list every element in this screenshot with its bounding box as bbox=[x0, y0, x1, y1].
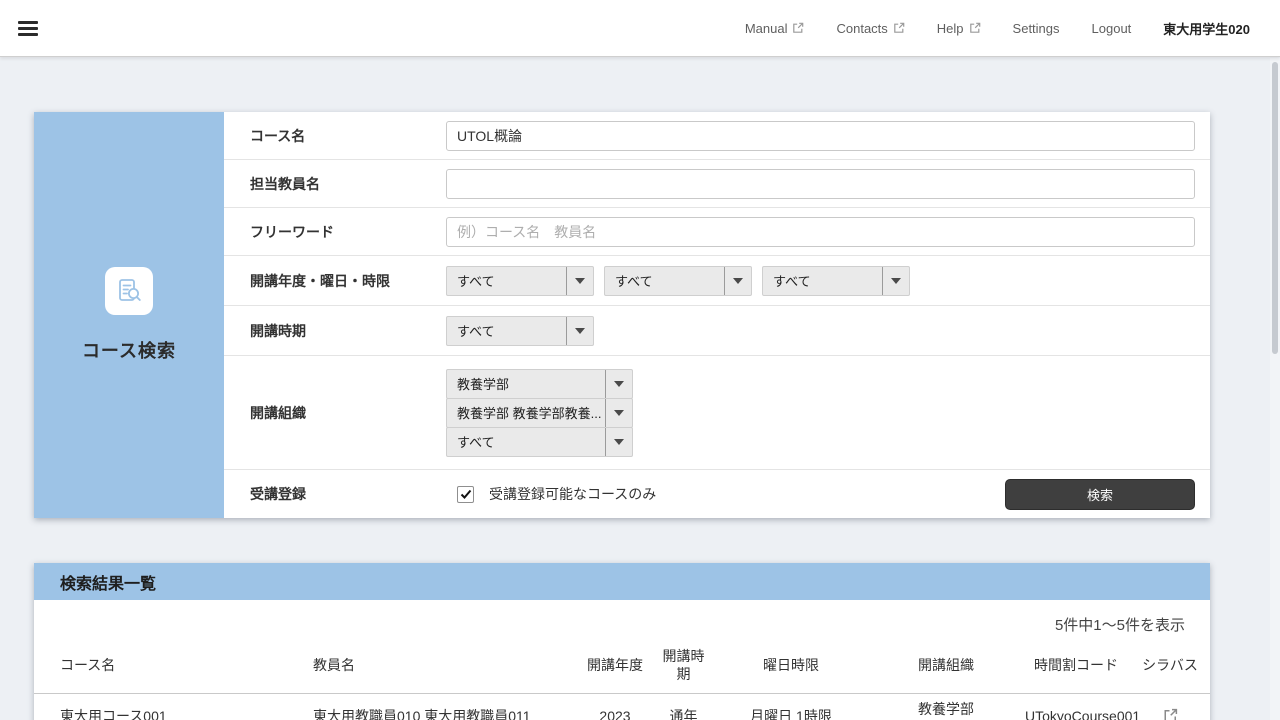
logged-in-username: 東大用学生020 bbox=[1163, 19, 1250, 38]
free-word-label: フリーワード bbox=[224, 222, 446, 242]
nav-contacts-label: Contacts bbox=[836, 21, 887, 36]
nav-help-link[interactable]: Help bbox=[937, 21, 981, 36]
search-results-panel: 検索結果一覧 5件中1〜5件を表示 コース名 教員名 開講年度 開講時期 曜日時… bbox=[34, 563, 1210, 720]
day-select[interactable]: すべて bbox=[604, 266, 752, 296]
course-name-input[interactable] bbox=[446, 121, 1195, 151]
table-row: 東大用コース001 東大用教職員010 東大用教職員011 2023 通年 月曜… bbox=[34, 694, 1210, 720]
nav-help-label: Help bbox=[937, 21, 964, 36]
registration-checkbox-label: 受講登録可能なコースのみ bbox=[489, 484, 656, 504]
nav-contacts-link[interactable]: Contacts bbox=[836, 21, 904, 36]
chevron-down-icon bbox=[605, 428, 632, 456]
external-link-icon bbox=[969, 22, 981, 34]
cell-course-name[interactable]: 東大用コース001 bbox=[34, 694, 310, 720]
cell-day-period: 月曜日 1時限 bbox=[712, 694, 870, 720]
term-label: 開講時期 bbox=[224, 321, 446, 341]
instructor-name-label: 担当教員名 bbox=[224, 174, 446, 194]
instructor-name-input[interactable] bbox=[446, 169, 1195, 199]
chevron-down-icon bbox=[882, 267, 909, 295]
nav-logout-link[interactable]: Logout bbox=[1092, 21, 1132, 36]
organization-select-3-value: すべて bbox=[447, 432, 605, 451]
course-name-label: コース名 bbox=[224, 126, 446, 146]
nav-manual-label: Manual bbox=[745, 21, 788, 36]
organization-select-2-value: 教養学部 教養学部教養... bbox=[447, 403, 605, 422]
organization-select-3[interactable]: すべて bbox=[446, 427, 633, 457]
registration-checkbox[interactable] bbox=[457, 486, 474, 503]
column-organization: 開講組織 bbox=[870, 643, 1022, 694]
column-day-period: 曜日時限 bbox=[712, 643, 870, 694]
period-select[interactable]: すべて bbox=[762, 266, 910, 296]
top-navigation: Manual Contacts Help Settings Logout 東大用… bbox=[745, 19, 1280, 38]
chevron-down-icon bbox=[724, 267, 751, 295]
results-table: コース名 教員名 開講年度 開講時期 曜日時限 開講組織 時間割コード シラバス… bbox=[34, 643, 1210, 720]
year-select-value: すべて bbox=[447, 271, 566, 290]
nav-settings-label: Settings bbox=[1013, 21, 1060, 36]
column-year: 開講年度 bbox=[575, 643, 655, 694]
day-select-value: すべて bbox=[605, 271, 724, 290]
column-term: 開講時期 bbox=[655, 643, 712, 694]
column-syllabus: シラバス bbox=[1130, 643, 1210, 694]
search-results-title: 検索結果一覧 bbox=[60, 570, 156, 594]
chevron-down-icon bbox=[605, 370, 632, 398]
column-instructors: 教員名 bbox=[310, 643, 575, 694]
checkmark-icon bbox=[460, 488, 472, 500]
cell-timetable-code: UTokyoCourse001 bbox=[1022, 694, 1130, 720]
search-results-body: 5件中1〜5件を表示 コース名 教員名 開講年度 開講時期 曜日時限 開講組織 … bbox=[34, 600, 1210, 720]
chevron-down-icon bbox=[566, 317, 593, 345]
external-link-icon bbox=[792, 22, 804, 34]
organization-select-1-value: 教養学部 bbox=[447, 374, 605, 393]
cell-term: 通年 bbox=[655, 694, 712, 720]
period-select-value: すべて bbox=[763, 271, 882, 290]
organization-select-2[interactable]: 教養学部 教養学部教養... bbox=[446, 398, 633, 428]
chevron-down-icon bbox=[605, 399, 632, 427]
course-search-panel: コース検索 コース名 担当教員名 フリーワード 開講年度・曜日・時限 すべて bbox=[34, 112, 1210, 518]
top-bar: Manual Contacts Help Settings Logout 東大用… bbox=[0, 0, 1280, 57]
organization-select-1[interactable]: 教養学部 bbox=[446, 369, 633, 399]
year-day-period-label: 開講年度・曜日・時限 bbox=[224, 271, 446, 291]
chevron-down-icon bbox=[566, 267, 593, 295]
cell-year: 2023 bbox=[575, 694, 655, 720]
term-select-value: すべて bbox=[447, 321, 566, 340]
column-course-name: コース名 bbox=[34, 643, 310, 694]
registration-label: 受講登録 bbox=[224, 484, 446, 504]
nav-logout-label: Logout bbox=[1092, 21, 1132, 36]
search-results-header: 検索結果一覧 bbox=[34, 563, 1210, 600]
term-select[interactable]: すべて bbox=[446, 316, 594, 346]
cell-instructors: 東大用教職員010 東大用教職員011 bbox=[310, 694, 575, 720]
cell-syllabus bbox=[1130, 694, 1210, 720]
course-search-form: コース名 担当教員名 フリーワード 開講年度・曜日・時限 すべて bbox=[224, 112, 1210, 518]
results-count-text: 5件中1〜5件を表示 bbox=[34, 600, 1210, 643]
course-search-sidebar: コース検索 bbox=[34, 112, 224, 518]
external-link-icon bbox=[893, 22, 905, 34]
free-word-input[interactable] bbox=[446, 217, 1195, 247]
year-select[interactable]: すべて bbox=[446, 266, 594, 296]
nav-settings-link[interactable]: Settings bbox=[1013, 21, 1060, 36]
hamburger-menu-icon[interactable] bbox=[18, 21, 38, 36]
course-search-title: コース検索 bbox=[82, 337, 176, 363]
cell-organization: 教養学部 bbox=[870, 694, 1022, 720]
search-button[interactable]: 検索 bbox=[1005, 479, 1195, 510]
organization-label: 開講組織 bbox=[224, 403, 446, 423]
page-scrollbar-thumb[interactable] bbox=[1272, 62, 1278, 354]
syllabus-external-link-icon[interactable] bbox=[1163, 708, 1178, 720]
course-search-icon bbox=[105, 267, 153, 315]
results-table-header-row: コース名 教員名 開講年度 開講時期 曜日時限 開講組織 時間割コード シラバス bbox=[34, 643, 1210, 694]
column-timetable-code: 時間割コード bbox=[1022, 643, 1130, 694]
nav-manual-link[interactable]: Manual bbox=[745, 21, 805, 36]
